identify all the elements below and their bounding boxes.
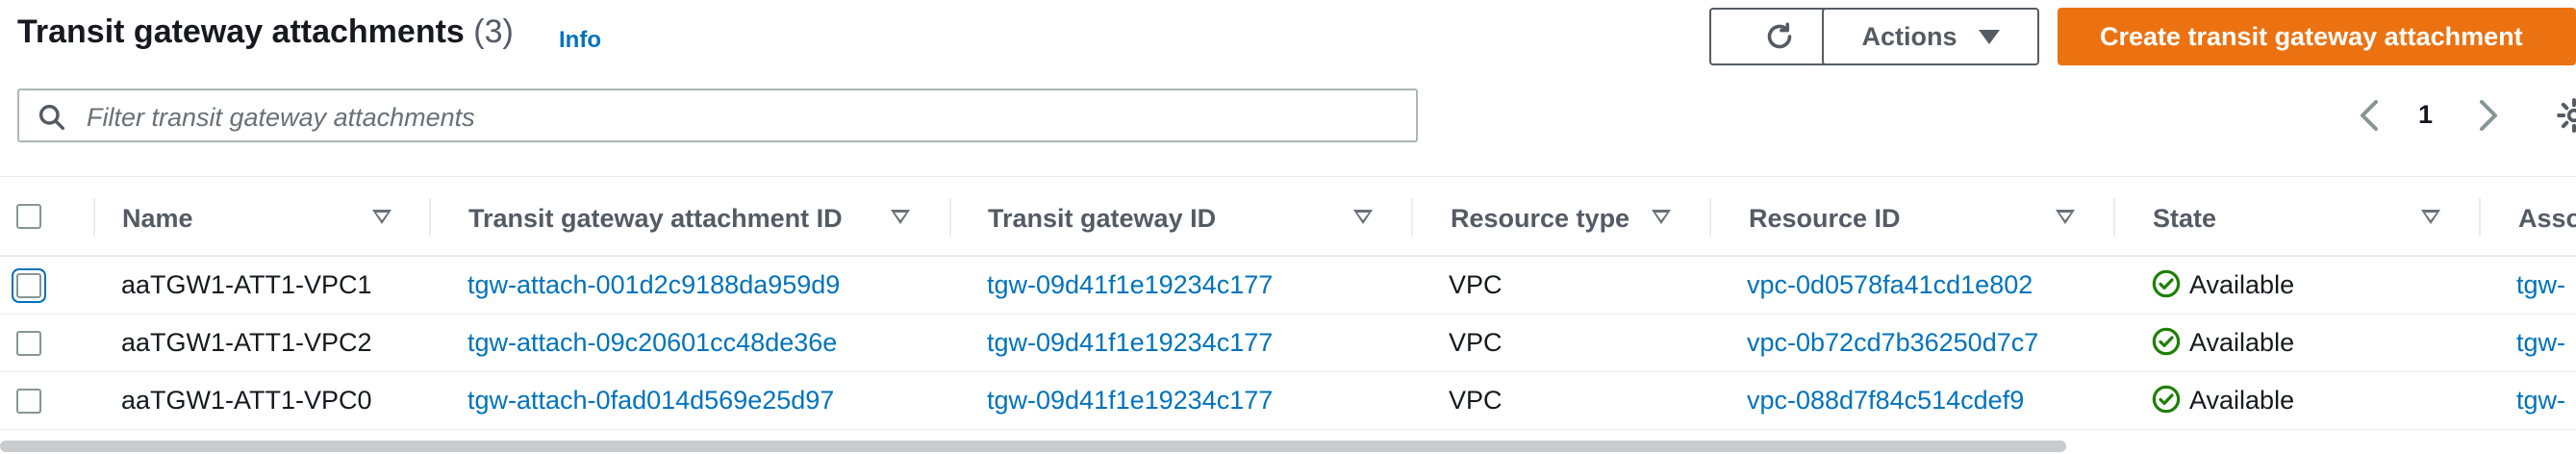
- horizontal-scrollbar[interactable]: [0, 441, 2066, 452]
- cell-association[interactable]: tgw-: [2516, 328, 2565, 358]
- chevron-left-icon[interactable]: [2355, 96, 2386, 135]
- select-all-checkbox[interactable]: [16, 204, 41, 229]
- cell-state: Available: [2151, 327, 2295, 358]
- column-divider: [2113, 198, 2115, 237]
- status-available-icon: [2152, 385, 2181, 414]
- row-checkbox[interactable]: [16, 389, 41, 414]
- actions-label: Actions: [1861, 21, 1957, 51]
- column-divider: [93, 198, 95, 237]
- column-header-resource-id[interactable]: Resource ID: [1749, 204, 1901, 234]
- cell-name: aaTGW1-ATT1-VPC1: [121, 270, 372, 299]
- cell-state: Available: [2151, 269, 2295, 300]
- info-link[interactable]: Info: [559, 27, 601, 54]
- status-available-icon: [2152, 269, 2181, 298]
- column-divider: [2479, 198, 2481, 237]
- state-label: Available: [2189, 386, 2295, 415]
- cell-tgw-id[interactable]: tgw-09d41f1e19234c177: [987, 386, 1273, 416]
- table-row[interactable]: aaTGW1-ATT1-VPC1 tgw-attach-001d2c9188da…: [0, 257, 2576, 315]
- state-label: Available: [2189, 328, 2295, 357]
- actions-button[interactable]: Actions: [1822, 8, 2039, 65]
- refresh-icon: [1767, 22, 1791, 49]
- row-checkbox[interactable]: [16, 331, 41, 356]
- column-divider: [1709, 198, 1711, 237]
- column-header-resource-type[interactable]: Resource type: [1451, 204, 1629, 234]
- column-header-name[interactable]: Name: [122, 204, 193, 234]
- cell-resource-id[interactable]: vpc-0b72cd7b36250d7c7: [1747, 328, 2038, 358]
- column-header-tgw-id[interactable]: Transit gateway ID: [988, 204, 1216, 234]
- page-title: Transit gateway attachments (3): [17, 13, 514, 51]
- table-row[interactable]: aaTGW1-ATT1-VPC2 tgw-attach-09c20601cc48…: [0, 315, 2576, 372]
- gear-icon[interactable]: [2555, 94, 2576, 137]
- cell-tgw-id[interactable]: tgw-09d41f1e19234c177: [987, 270, 1273, 300]
- sort-icon[interactable]: [372, 210, 391, 224]
- column-divider: [949, 198, 951, 237]
- item-count: (3): [473, 13, 514, 50]
- cell-resource-id[interactable]: vpc-0d0578fa41cd1e802: [1747, 270, 2033, 300]
- state-label: Available: [2189, 270, 2295, 299]
- page-number[interactable]: 1: [2418, 100, 2433, 130]
- search-field[interactable]: Filter transit gateway attachments: [17, 88, 1418, 142]
- column-header-association[interactable]: Asso: [2518, 204, 2576, 234]
- cell-attachment-id[interactable]: tgw-attach-09c20601cc48de36e: [467, 328, 837, 358]
- sort-icon[interactable]: [1652, 210, 1671, 224]
- status-available-icon: [2152, 327, 2181, 356]
- cell-resource-type: VPC: [1449, 270, 1503, 299]
- sort-icon[interactable]: [891, 210, 910, 224]
- search-icon: [38, 104, 65, 131]
- column-header-state[interactable]: State: [2153, 204, 2216, 234]
- cell-name: aaTGW1-ATT1-VPC0: [121, 386, 372, 415]
- sort-icon[interactable]: [2056, 210, 2075, 224]
- column-header-attachment-id[interactable]: Transit gateway attachment ID: [468, 204, 843, 234]
- column-divider: [1411, 198, 1413, 237]
- table-header: Name Transit gateway attachment ID Trans…: [0, 176, 2576, 257]
- column-divider: [429, 198, 431, 237]
- cell-tgw-id[interactable]: tgw-09d41f1e19234c177: [987, 328, 1273, 358]
- cell-association[interactable]: tgw-: [2516, 270, 2565, 300]
- cell-resource-id[interactable]: vpc-088d7f84c514cdef9: [1747, 386, 2024, 416]
- create-attachment-button[interactable]: Create transit gateway attachment: [2058, 8, 2576, 65]
- row-checkbox[interactable]: [16, 273, 41, 298]
- cell-attachment-id[interactable]: tgw-attach-001d2c9188da959d9: [467, 270, 840, 300]
- cell-resource-type: VPC: [1449, 328, 1503, 357]
- sort-icon[interactable]: [2421, 210, 2440, 224]
- page-title-text: Transit gateway attachments: [17, 13, 465, 50]
- caret-down-icon: [1978, 29, 2000, 44]
- cell-name: aaTGW1-ATT1-VPC2: [121, 328, 372, 357]
- sort-icon[interactable]: [1353, 210, 1373, 224]
- cell-state: Available: [2151, 385, 2295, 416]
- search-placeholder: Filter transit gateway attachments: [87, 103, 475, 132]
- chevron-right-icon[interactable]: [2472, 96, 2503, 135]
- cell-association[interactable]: tgw-: [2516, 386, 2565, 416]
- cell-attachment-id[interactable]: tgw-attach-0fad014d569e25d97: [467, 386, 834, 416]
- cell-resource-type: VPC: [1449, 386, 1503, 415]
- table-row[interactable]: aaTGW1-ATT1-VPC0 tgw-attach-0fad014d569e…: [0, 372, 2576, 430]
